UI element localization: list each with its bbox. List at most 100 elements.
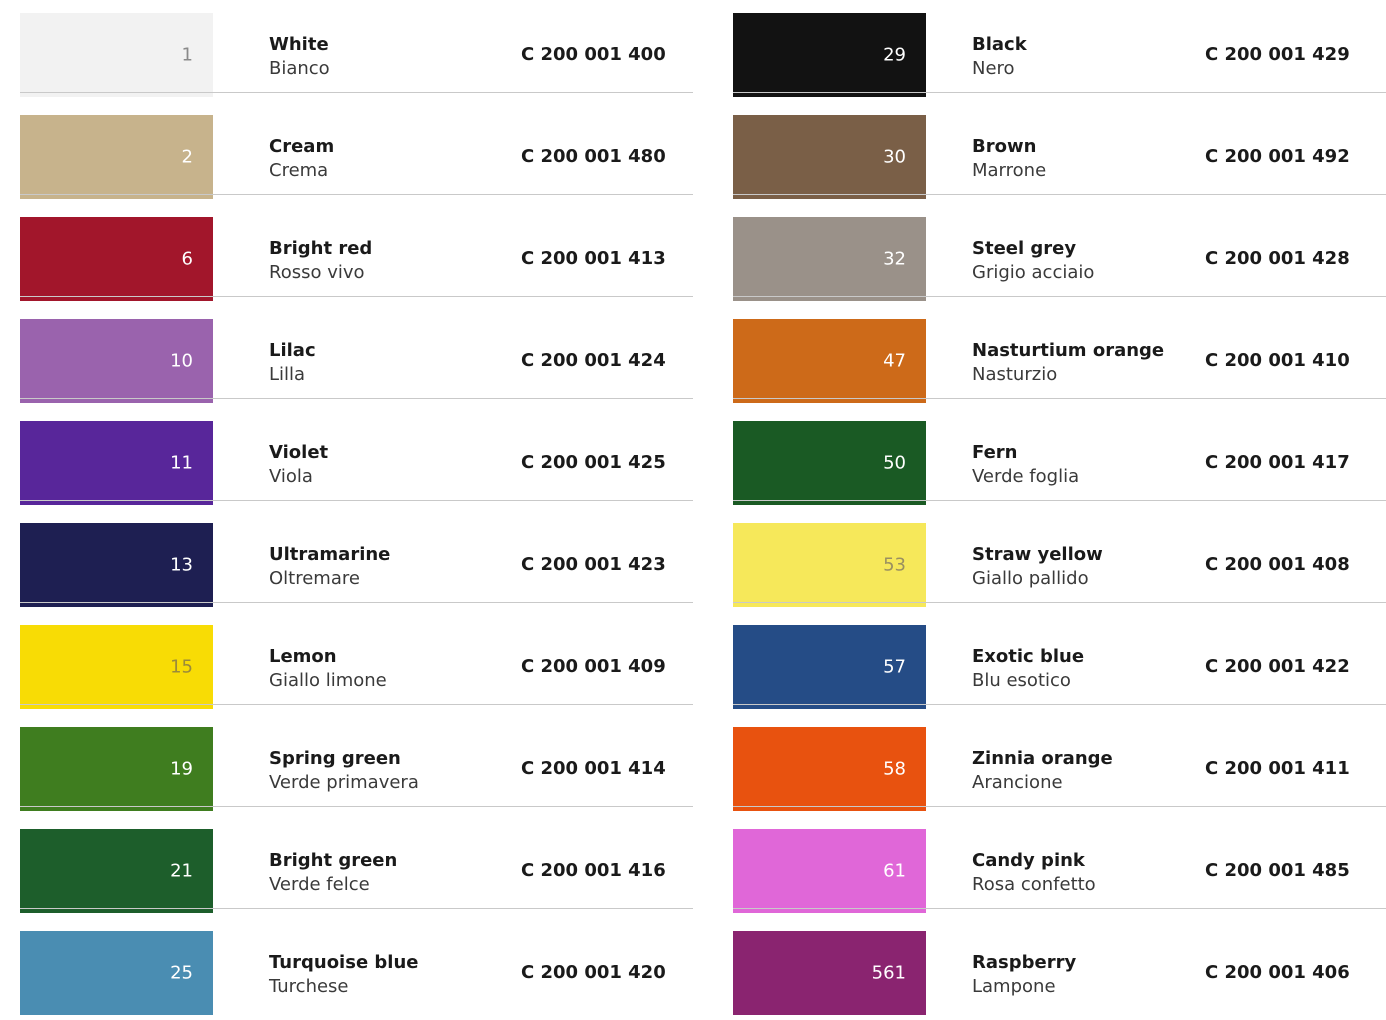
color-swatch: 61 xyxy=(733,829,926,913)
color-row: 1 White Bianco C 200 001 400 xyxy=(20,0,693,102)
product-code: C 200 001 428 xyxy=(1205,248,1350,269)
color-row: 21 Bright green Verde felce C 200 001 416 xyxy=(20,816,693,918)
color-name-italian: Giallo limone xyxy=(269,670,387,691)
color-name-italian: Marrone xyxy=(972,160,1047,181)
color-name-italian: Bianco xyxy=(269,58,330,79)
color-number: 13 xyxy=(170,554,193,576)
product-code: C 200 001 492 xyxy=(1205,146,1350,167)
color-swatch: 6 xyxy=(20,217,213,301)
row-divider xyxy=(733,296,1386,297)
product-code: C 200 001 420 xyxy=(521,962,666,983)
product-code: C 200 001 409 xyxy=(521,656,666,677)
color-name-english: Straw yellow xyxy=(972,544,1103,565)
color-swatch: 10 xyxy=(20,319,213,403)
row-divider xyxy=(20,296,693,297)
color-row: 50 Fern Verde foglia C 200 001 417 xyxy=(733,408,1386,510)
product-code: C 200 001 485 xyxy=(1205,860,1350,881)
color-swatch: 13 xyxy=(20,523,213,607)
color-number: 57 xyxy=(883,656,906,678)
color-names: Violet Viola xyxy=(269,441,328,489)
color-row: 30 Brown Marrone C 200 001 492 xyxy=(733,102,1386,204)
color-name-english: Raspberry xyxy=(972,952,1077,973)
left-color-list: 1 White Bianco C 200 001 400 2 Cream Crema… xyxy=(20,0,693,1020)
row-divider xyxy=(20,500,693,501)
product-code: C 200 001 425 xyxy=(521,452,666,473)
color-number: 561 xyxy=(871,962,906,984)
color-row: 15 Lemon Giallo limone C 200 001 409 xyxy=(20,612,693,714)
row-divider xyxy=(20,704,693,705)
product-code: C 200 001 422 xyxy=(1205,656,1350,677)
color-swatch: 57 xyxy=(733,625,926,709)
color-swatch: 1 xyxy=(20,13,213,97)
color-name-english: Candy pink xyxy=(972,850,1085,871)
color-number: 6 xyxy=(181,248,193,270)
color-names: Fern Verde foglia xyxy=(972,441,1079,489)
color-swatch: 19 xyxy=(20,727,213,811)
color-swatch: 21 xyxy=(20,829,213,913)
product-code: C 200 001 423 xyxy=(521,554,666,575)
color-number: 32 xyxy=(883,248,906,270)
row-divider xyxy=(733,194,1386,195)
color-swatch: 30 xyxy=(733,115,926,199)
color-row: 32 Steel grey Grigio acciaio C 200 001 42… xyxy=(733,204,1386,306)
product-code: C 200 001 400 xyxy=(521,44,666,65)
product-code: C 200 001 424 xyxy=(521,350,666,371)
row-divider xyxy=(733,806,1386,807)
color-row: 29 Black Nero C 200 001 429 xyxy=(733,0,1386,102)
color-names: Nasturtium orange Nasturzio xyxy=(972,339,1164,387)
color-number: 58 xyxy=(883,758,906,780)
row-divider xyxy=(20,806,693,807)
product-code: C 200 001 414 xyxy=(521,758,666,779)
row-divider xyxy=(733,908,1386,909)
color-name-italian: Blu esotico xyxy=(972,670,1071,691)
color-row: 2 Cream Crema C 200 001 480 xyxy=(20,102,693,204)
color-names: Brown Marrone xyxy=(972,135,1046,183)
color-swatch: 50 xyxy=(733,421,926,505)
color-names: Exotic blue Blu esotico xyxy=(972,645,1084,693)
product-code: C 200 001 480 xyxy=(521,146,666,167)
color-swatch: 2 xyxy=(20,115,213,199)
row-divider xyxy=(733,398,1386,399)
color-name-italian: Arancione xyxy=(972,772,1063,793)
color-names: Bright green Verde felce xyxy=(269,849,397,897)
row-divider xyxy=(20,398,693,399)
color-row: 53 Straw yellow Giallo pallido C 200 001 … xyxy=(733,510,1386,612)
row-divider xyxy=(20,908,693,909)
color-name-english: Lilac xyxy=(269,340,316,361)
color-row: 6 Bright red Rosso vivo C 200 001 413 xyxy=(20,204,693,306)
color-swatch: 32 xyxy=(733,217,926,301)
color-name-english: Steel grey xyxy=(972,238,1077,259)
color-number: 29 xyxy=(883,44,906,66)
color-row: 561 Raspberry Lampone C 200 001 406 xyxy=(733,918,1386,1020)
color-swatch: 58 xyxy=(733,727,926,811)
color-number: 19 xyxy=(170,758,193,780)
color-swatch: 561 xyxy=(733,931,926,1015)
color-swatch: 11 xyxy=(20,421,213,505)
color-number: 30 xyxy=(883,146,906,168)
color-name-italian: Giallo pallido xyxy=(972,568,1089,589)
color-name-english: Brown xyxy=(972,136,1037,157)
color-names: Candy pink Rosa confetto xyxy=(972,849,1096,897)
color-number: 11 xyxy=(170,452,193,474)
product-code: C 200 001 417 xyxy=(1205,452,1350,473)
color-names: Raspberry Lampone xyxy=(972,951,1076,999)
color-names: Black Nero xyxy=(972,33,1027,81)
color-name-english: Spring green xyxy=(269,748,401,769)
color-name-italian: Nero xyxy=(972,58,1015,79)
color-name-english: Violet xyxy=(269,442,329,463)
color-swatch: 29 xyxy=(733,13,926,97)
color-name-italian: Crema xyxy=(269,160,329,181)
color-name-italian: Viola xyxy=(269,466,313,487)
right-color-list: 29 Black Nero C 200 001 429 30 Brown Marro… xyxy=(733,0,1386,1020)
color-names: Ultramarine Oltremare xyxy=(269,543,390,591)
color-names: Lemon Giallo limone xyxy=(269,645,387,693)
color-name-english: White xyxy=(269,34,329,55)
color-name-italian: Verde felce xyxy=(269,874,370,895)
color-names: Steel grey Grigio acciaio xyxy=(972,237,1094,285)
color-names: White Bianco xyxy=(269,33,330,81)
color-name-english: Bright red xyxy=(269,238,373,259)
product-code: C 200 001 408 xyxy=(1205,554,1350,575)
color-name-italian: Verde primavera xyxy=(269,772,419,793)
color-row: 58 Zinnia orange Arancione C 200 001 411 xyxy=(733,714,1386,816)
color-number: 47 xyxy=(883,350,906,372)
